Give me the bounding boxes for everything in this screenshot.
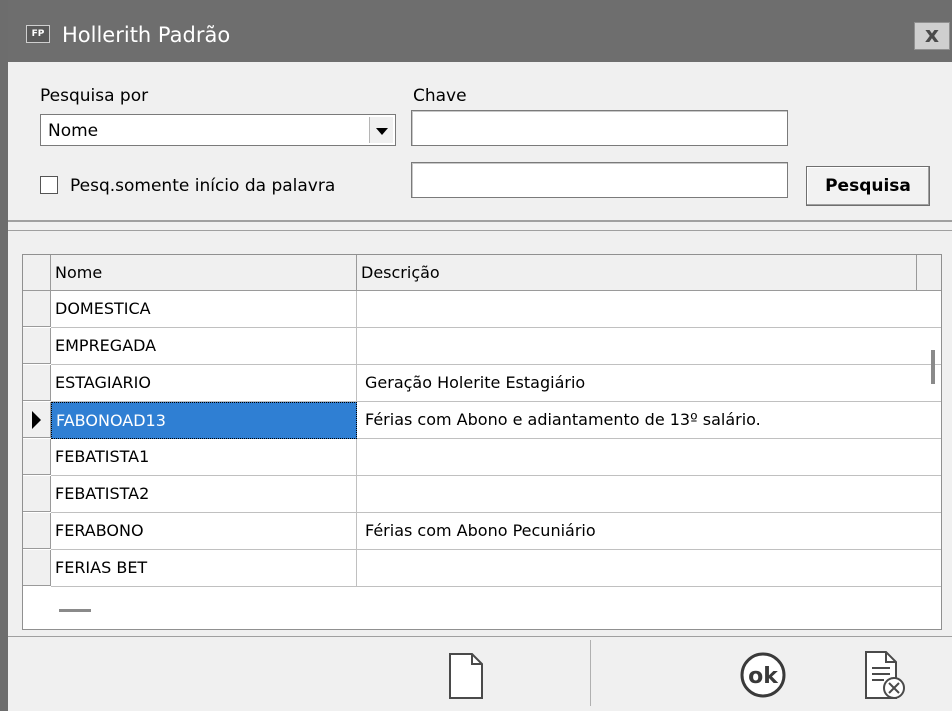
table-row[interactable]: FERIAS BET xyxy=(23,550,941,587)
table-row[interactable]: DOMESTICA xyxy=(23,291,941,328)
cell-nome[interactable]: EMPREGADA xyxy=(51,328,357,365)
cell-descricao[interactable]: Férias com Abono Pecuniário xyxy=(357,513,941,550)
ok-icon[interactable]: ok xyxy=(738,650,788,700)
current-row-indicator-icon[interactable] xyxy=(23,402,51,438)
toolbar-separator xyxy=(590,640,591,706)
cell-nome[interactable]: FEBATISTA2 xyxy=(51,476,357,513)
inicio-palavra-checkbox[interactable] xyxy=(40,176,58,194)
row-indicator[interactable] xyxy=(23,513,51,549)
cell-nome[interactable]: FEBATISTA1 xyxy=(51,439,357,476)
window-title: Hollerith Padrão xyxy=(62,23,231,47)
cell-nome[interactable]: FABONOAD13 xyxy=(51,402,357,439)
cell-descricao[interactable] xyxy=(357,291,941,328)
pesquisa-por-value: Nome xyxy=(48,121,99,141)
cell-descricao[interactable] xyxy=(357,328,941,365)
cell-descricao[interactable] xyxy=(357,550,941,587)
cell-nome[interactable]: DOMESTICA xyxy=(51,291,357,328)
pesquisa-button[interactable]: Pesquisa xyxy=(806,166,930,206)
pesquisa-por-label: Pesquisa por xyxy=(40,86,149,106)
cell-descricao[interactable]: Férias com Abono e adiantamento de 13º s… xyxy=(357,402,941,439)
header-indicator-cell xyxy=(23,255,51,291)
row-indicator[interactable] xyxy=(23,365,51,401)
toolbar-divider xyxy=(8,636,952,637)
close-button[interactable]: x xyxy=(914,22,950,50)
divider xyxy=(8,230,952,231)
new-document-icon[interactable] xyxy=(446,652,486,700)
cell-descricao[interactable] xyxy=(357,439,941,476)
chevron-down-icon[interactable] xyxy=(369,117,393,143)
cell-nome[interactable]: ESTAGIARIO xyxy=(51,365,357,402)
cell-descricao[interactable]: Geração Holerite Estagiário xyxy=(357,365,941,402)
vertical-scrollbar-thumb[interactable] xyxy=(931,350,935,384)
chave-label: Chave xyxy=(413,86,467,106)
row-indicator[interactable] xyxy=(23,550,51,586)
ok-icon-text: ok xyxy=(748,664,779,689)
table-row[interactable]: ESTAGIARIO Geração Holerite Estagiário xyxy=(23,365,941,402)
row-indicator[interactable] xyxy=(23,291,51,327)
cell-nome[interactable]: FERABONO xyxy=(51,513,357,550)
app-icon: FP xyxy=(26,25,50,43)
dialog-window: FP Hollerith Padrão x Pesquisa por Chave… xyxy=(0,0,952,711)
column-header-descricao[interactable]: Descrição xyxy=(357,255,917,291)
results-grid[interactable]: Nome Descrição DOMESTICA EMPREGADA ESTAGIA… xyxy=(22,254,942,630)
title-bar[interactable]: FP Hollerith Padrão x xyxy=(8,0,952,62)
cell-descricao[interactable] xyxy=(357,476,941,513)
table-row[interactable]: FEBATISTA1 xyxy=(23,439,941,476)
chave-secondary-input[interactable] xyxy=(411,162,788,198)
chave-input[interactable] xyxy=(411,110,788,146)
row-indicator[interactable] xyxy=(23,476,51,512)
cell-nome[interactable]: FERIAS BET xyxy=(51,550,357,587)
divider xyxy=(8,220,952,222)
inicio-palavra-label: Pesq.somente início da palavra xyxy=(70,176,336,196)
horizontal-scrollbar-thumb[interactable] xyxy=(59,609,91,612)
document-cancel-icon[interactable] xyxy=(862,650,908,702)
table-row[interactable]: FERABONO Férias com Abono Pecuniário xyxy=(23,513,941,550)
grid-header: Nome Descrição xyxy=(23,255,941,291)
window-left-border xyxy=(0,0,8,711)
column-header-nome[interactable]: Nome xyxy=(51,255,357,291)
table-row[interactable]: EMPREGADA xyxy=(23,328,941,365)
table-row[interactable]: FABONOAD13 Férias com Abono e adiantament… xyxy=(23,402,941,439)
table-row[interactable]: FEBATISTA2 xyxy=(23,476,941,513)
row-indicator[interactable] xyxy=(23,328,51,364)
pesquisa-por-select[interactable]: Nome xyxy=(40,114,396,146)
row-indicator[interactable] xyxy=(23,439,51,475)
